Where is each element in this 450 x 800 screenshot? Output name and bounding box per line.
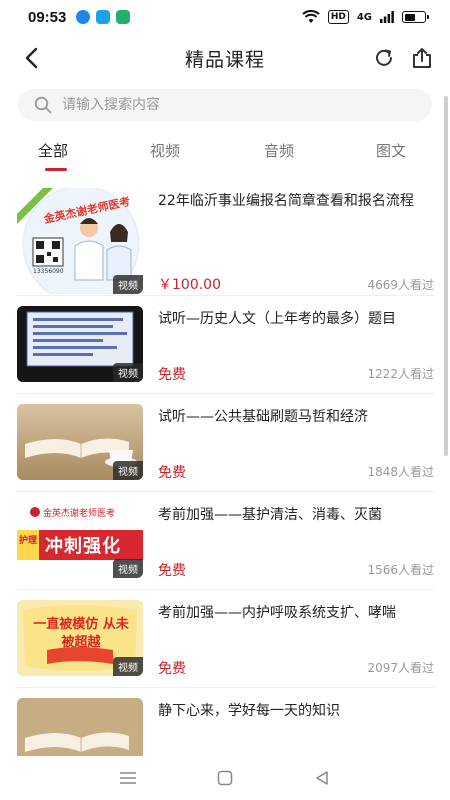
- tab-audio[interactable]: 音频: [264, 140, 294, 161]
- network-type: 4G: [356, 11, 372, 23]
- course-title: 静下心来，学好每一天的知识: [158, 703, 340, 719]
- status-app-icons: [76, 10, 131, 24]
- course-thumbnail: 视频: [17, 306, 143, 382]
- system-navigation-bar: [0, 756, 450, 800]
- course-item[interactable]: 视频 试听——公共基础刷题马哲和经济 免费 1848人看过: [0, 394, 444, 492]
- refresh-icon: [376, 49, 392, 66]
- course-price: 免费: [158, 661, 186, 677]
- message-app-icon: [116, 10, 131, 24]
- course-thumbnail: VIP免费 金英杰谢老师医考 13356090 视频: [17, 188, 143, 294]
- header: 精品课程: [0, 36, 450, 80]
- thumbnail-brand-text: 金英杰谢老师医考: [43, 509, 116, 519]
- course-price: 免费: [158, 367, 186, 383]
- signal-icon: [380, 11, 394, 23]
- course-title: 考前加强——内护呼吸系统支扩、哮喘: [158, 605, 396, 621]
- course-item[interactable]: 静下心来，学好每一天的知识: [0, 688, 444, 756]
- thumbnail-headline: 一直被模仿 从未被超越: [33, 617, 129, 650]
- book-and-cup-illustration: [17, 698, 143, 756]
- triangle-back-icon: [315, 771, 328, 785]
- course-thumbnail: 视频: [17, 404, 143, 480]
- course-price: 免费: [158, 563, 186, 579]
- refresh-button[interactable]: [370, 44, 398, 72]
- video-tag: 视频: [113, 275, 143, 294]
- course-view-count: 1848人看过: [367, 465, 434, 479]
- home-square-icon: [217, 770, 233, 786]
- scrollbar[interactable]: [444, 96, 448, 456]
- course-view-count: 4669人看过: [367, 278, 434, 292]
- course-thumbnail: 一直被模仿 从未被超越 视频: [17, 600, 143, 676]
- course-item[interactable]: 一直被模仿 从未被超越 视频 考前加强——内护呼吸系统支扩、哮喘 免费 2097…: [0, 590, 444, 688]
- battery-icon: [402, 11, 429, 23]
- course-view-count: 1222人看过: [367, 367, 434, 381]
- course-title: 试听——公共基础刷题马哲和经济: [158, 409, 368, 425]
- search-icon: [34, 96, 52, 114]
- course-item[interactable]: VIP免费 金英杰谢老师医考 13356090 视频 22年临沂事业编报名简章查…: [0, 178, 444, 296]
- nav-back-button[interactable]: [310, 766, 334, 790]
- search-bar[interactable]: [18, 89, 432, 121]
- wifi-icon: [302, 10, 320, 23]
- course-item[interactable]: 视频 试听—历史人文（上年考的最多）题目 免费 1222人看过: [0, 296, 444, 394]
- thumbnail-headline: 冲刺强化: [45, 536, 121, 557]
- status-time: 09:53: [28, 8, 67, 26]
- course-item[interactable]: 金英杰谢老师医考 护理 冲刺强化 视频 考前加强——基护清洁、消毒、灭菌 免费 …: [0, 492, 444, 590]
- app-notification-icon: [76, 10, 91, 24]
- course-view-count: 1566人看过: [367, 563, 434, 577]
- course-title: 22年临沂事业编报名简章查看和报名流程: [158, 193, 414, 209]
- thumbnail-label: 护理: [19, 536, 38, 546]
- share-icon: [413, 48, 431, 68]
- battery-level: [404, 13, 415, 21]
- course-title: 试听—历史人文（上年考的最多）题目: [158, 311, 396, 327]
- share-button[interactable]: [408, 44, 436, 72]
- course-thumbnail: [17, 698, 143, 756]
- status-bar: 09:53 HD 4G: [0, 0, 450, 34]
- home-button[interactable]: [213, 766, 237, 790]
- search-input[interactable]: [62, 97, 402, 113]
- video-tag: 视频: [113, 559, 143, 578]
- chevron-left-icon: [25, 47, 38, 69]
- course-title: 考前加强——基护清洁、消毒、灭菌: [158, 507, 382, 523]
- thumbnail-phone-text: 13356090: [33, 268, 64, 275]
- video-tag: 视频: [113, 363, 143, 382]
- menu-button[interactable]: [116, 766, 140, 790]
- back-button[interactable]: [18, 44, 46, 72]
- course-price: 免费: [158, 465, 186, 481]
- status-indicators: HD 4G: [302, 10, 429, 24]
- menu-icon: [120, 772, 137, 784]
- course-view-count: 2097人看过: [367, 661, 434, 675]
- page-title: 精品课程: [184, 48, 265, 71]
- tab-video[interactable]: 视频: [150, 140, 180, 161]
- tab-article[interactable]: 图文: [376, 140, 406, 161]
- video-tag: 视频: [113, 461, 143, 480]
- tab-all[interactable]: 全部: [38, 140, 68, 161]
- video-tag: 视频: [113, 657, 143, 676]
- course-price: ￥100.00: [158, 277, 221, 293]
- hd-badge: HD: [327, 10, 349, 24]
- category-tabs: 全部 视频 音频 图文: [0, 132, 444, 176]
- course-thumbnail: 金英杰谢老师医考 护理 冲刺强化 视频: [17, 502, 143, 578]
- qq-icon: [96, 10, 111, 24]
- course-list[interactable]: VIP免费 金英杰谢老师医考 13356090 视频 22年临沂事业编报名简章查…: [0, 178, 444, 756]
- active-tab-indicator: [45, 168, 67, 171]
